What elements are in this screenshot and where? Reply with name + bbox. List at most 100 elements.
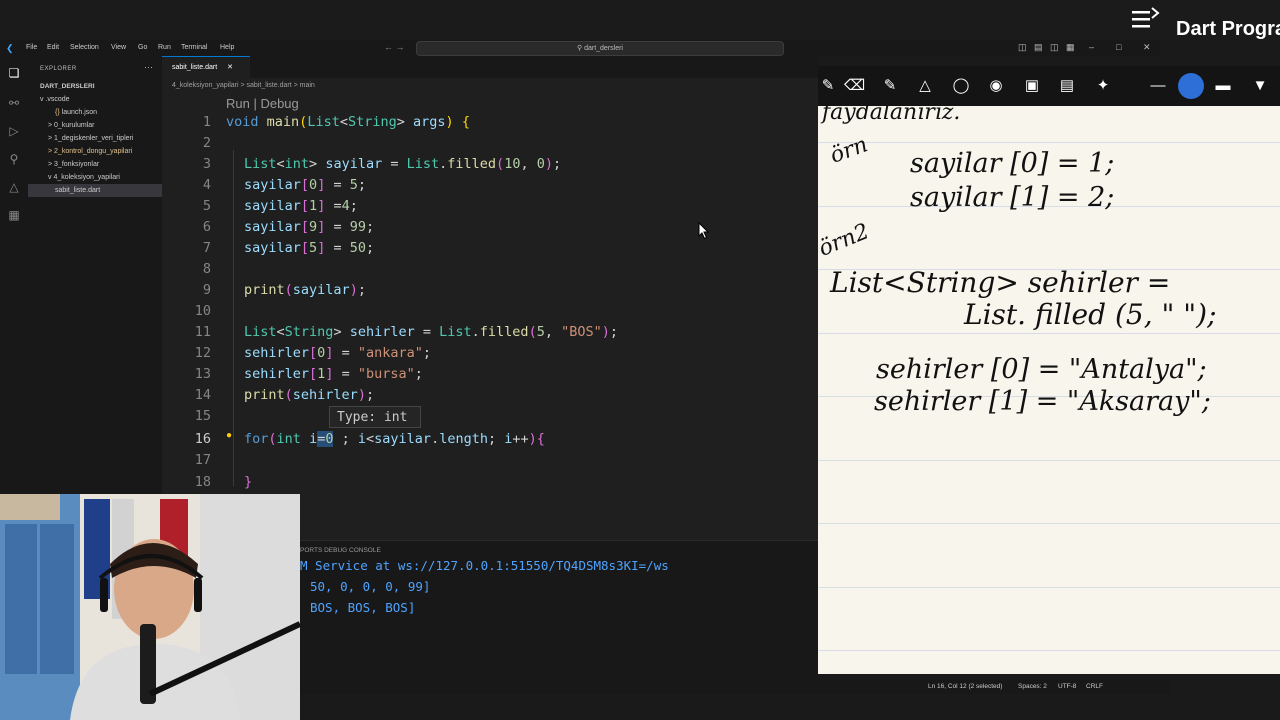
lightbulb-icon[interactable]: ● xyxy=(226,430,232,441)
line-number: 15 xyxy=(194,408,211,424)
encoding[interactable]: UTF-8 xyxy=(1058,680,1076,694)
tree-folder-kurulumlar[interactable]: > 0_kurulumlar xyxy=(28,119,182,132)
line-number: 17 xyxy=(194,452,211,468)
explorer-icon[interactable]: ❏ xyxy=(7,66,21,80)
close-tab-icon[interactable]: ✕ xyxy=(227,64,233,71)
line-number: 3 xyxy=(202,156,211,172)
video-top-band xyxy=(0,0,1280,40)
console-output-line: BOS, BOS, BOS] xyxy=(310,600,416,615)
codelens-run-debug[interactable]: Run | Debug xyxy=(226,96,299,111)
indent-setting[interactable]: Spaces: 2 xyxy=(1018,680,1047,694)
line-number: 14 xyxy=(194,387,211,403)
line-number: 12 xyxy=(194,345,211,361)
more-actions-icon[interactable]: ⋯ xyxy=(144,62,153,73)
menu-arrow-icon xyxy=(1132,7,1160,28)
line-number: 7 xyxy=(202,240,211,256)
paper-rule xyxy=(818,142,1280,143)
laser-pointer-icon[interactable]: ✦ xyxy=(1093,76,1113,96)
line-number: 8 xyxy=(202,261,211,277)
image-icon[interactable]: ▣ xyxy=(1022,76,1042,96)
note-text: sehirler [0] = "Antalya"; xyxy=(876,354,1207,385)
tree-file-label: launch.json xyxy=(61,109,98,116)
text-icon[interactable]: ▤ xyxy=(1057,76,1077,96)
line-ending[interactable]: CRLF xyxy=(1086,680,1103,694)
line-number: 16 xyxy=(194,431,211,447)
json-file-icon: {} xyxy=(55,109,60,116)
note-text: örn xyxy=(826,132,872,169)
menu-help[interactable]: Help xyxy=(220,44,234,51)
console-output-line: 50, 0, 0, 0, 99] xyxy=(310,579,431,594)
search-sidebar-icon[interactable]: ⚲ xyxy=(7,152,21,166)
breadcrumb[interactable]: 4_koleksiyon_yapilari > sabit_liste.dart… xyxy=(172,82,315,89)
maximize-icon[interactable]: □ xyxy=(1116,42,1121,52)
thick-stroke-icon[interactable]: ▬ xyxy=(1213,76,1233,96)
note-text: sayilar [0] = 1; xyxy=(910,148,1115,179)
mouse-cursor-icon xyxy=(698,222,710,240)
customize-layout-icon[interactable]: ▦ xyxy=(1066,42,1075,53)
status-bar: Ln 16, Col 12 (2 selected) Spaces: 2 UTF… xyxy=(300,680,1170,694)
explorer-title: EXPLORER xyxy=(40,66,77,72)
menu-run[interactable]: Run xyxy=(158,44,171,51)
tree-folder-vscode[interactable]: v .vscode xyxy=(28,93,174,106)
eraser-icon[interactable]: ⌫ xyxy=(844,76,865,96)
paper-rule xyxy=(818,333,1280,334)
secondary-sidebar-icon[interactable]: ◫ xyxy=(1050,42,1059,53)
command-center-search[interactable]: ⚲ dart_dersleri xyxy=(416,41,784,56)
line-number: 2 xyxy=(202,135,211,151)
indent-guide xyxy=(233,150,234,486)
line-number: 6 xyxy=(202,219,211,235)
testing-icon[interactable]: △ xyxy=(7,180,21,194)
presenter-image xyxy=(0,494,300,720)
line-number: 5 xyxy=(202,198,211,214)
source-control-icon[interactable]: ⚯ xyxy=(7,96,21,110)
whiteboard-toolbar: ✎ ⌫ ✎ △ ◯ ◉ ▣ ▤ ✦ — ▬ ▼ xyxy=(818,66,1280,106)
run-debug-icon[interactable]: ▷ xyxy=(7,124,21,138)
menu-view[interactable]: View xyxy=(111,44,126,51)
line-number: 10 xyxy=(194,303,211,319)
title-bar: ❮ File Edit Selection View Go Run Termin… xyxy=(0,40,1160,56)
webcam-overlay xyxy=(0,494,300,720)
note-text: List<String> sehirler = xyxy=(830,266,1171,299)
layout-icon[interactable]: ◫ xyxy=(1018,42,1027,53)
tree-folder-fonksiyonlar[interactable]: > 3_fonksiyonlar xyxy=(28,158,182,171)
selected-stroke-button[interactable] xyxy=(1178,73,1204,99)
nav-arrows-icon[interactable]: ← → xyxy=(384,42,405,52)
paper-rule xyxy=(818,587,1280,588)
line-number: 11 xyxy=(194,324,211,340)
tab-sabit-liste[interactable]: sabit_liste.dart ✕ xyxy=(162,56,250,78)
tree-folder-koleksiyon[interactable]: v 4_koleksiyon_yapilari xyxy=(28,171,182,184)
shapes-icon[interactable]: △ xyxy=(915,76,935,96)
note-text: sehirler [1] = "Aksaray"; xyxy=(874,386,1211,417)
menu-edit[interactable]: Edit xyxy=(47,44,59,51)
line-number: 4 xyxy=(202,177,211,193)
pen-partial-icon[interactable]: ✎ xyxy=(818,76,838,96)
view-icon[interactable]: ◉ xyxy=(986,76,1006,96)
menu-terminal[interactable]: Terminal xyxy=(181,44,207,51)
panel-toggle-icon[interactable]: ▤ xyxy=(1034,42,1043,53)
menu-selection[interactable]: Selection xyxy=(70,44,99,51)
debug-console-panel: PORTS DEBUG CONSOLE M Service at ws://12… xyxy=(300,540,818,681)
extensions-icon[interactable]: ▦ xyxy=(7,208,21,222)
minimize-icon[interactable]: – xyxy=(1089,42,1094,52)
whiteboard-canvas[interactable]: faydalanırız. örn sayilar [0] = 1; sayil… xyxy=(818,106,1280,674)
tree-folder-kontrol[interactable]: > 2_kontrol_dongu_yapilari xyxy=(28,145,182,158)
line-number: 1 xyxy=(202,114,211,130)
menu-go[interactable]: Go xyxy=(138,44,147,51)
note-text: sayilar [1] = 2; xyxy=(910,182,1115,213)
note-text: örn2 xyxy=(818,219,873,262)
vscode-logo-icon: ❮ xyxy=(6,43,14,53)
panel-tabs[interactable]: PORTS DEBUG CONSOLE xyxy=(300,547,381,554)
pen-icon[interactable]: ✎ xyxy=(880,76,900,96)
search-text: dart_dersleri xyxy=(584,45,623,52)
tree-folder-degiskenler[interactable]: > 1_degiskenler_veri_tipleri xyxy=(28,132,182,145)
close-window-icon[interactable]: ✕ xyxy=(1143,42,1151,53)
menu-file[interactable]: File xyxy=(26,44,37,51)
thin-stroke-icon[interactable]: — xyxy=(1148,76,1168,96)
paper-rule xyxy=(818,460,1280,461)
workspace-root[interactable]: DART_DERSLERI xyxy=(28,80,174,93)
line-number: 18 xyxy=(194,474,211,490)
cursor-position[interactable]: Ln 16, Col 12 (2 selected) xyxy=(928,680,1002,694)
lasso-icon[interactable]: ◯ xyxy=(951,76,971,96)
line-number: 13 xyxy=(194,366,211,382)
chevron-down-icon[interactable]: ▼ xyxy=(1250,76,1270,96)
